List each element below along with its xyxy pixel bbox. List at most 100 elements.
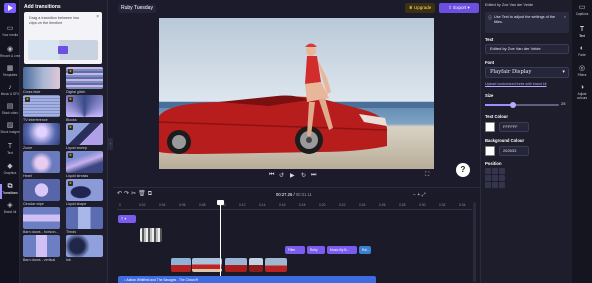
tool-fade[interactable]: ◐ Fade — [572, 44, 592, 57]
upgrade-button[interactable]: ♛ Upgrade — [405, 3, 435, 13]
text-colour-swatch[interactable] — [485, 122, 495, 132]
bg-colour-swatch[interactable] — [485, 146, 495, 156]
fit-icon[interactable]: ⤢ — [422, 192, 426, 198]
size-slider-handle[interactable] — [510, 102, 517, 108]
transition-tile-liquid-streaks[interactable]: ♛ Liquid streaks — [66, 151, 103, 178]
sidebar-item-graphics[interactable]: ◆ Graphics — [0, 162, 20, 182]
bg-colour-hex-input[interactable]: 262633 — [499, 146, 529, 156]
position-cell[interactable] — [492, 168, 498, 174]
skip-back-icon[interactable]: ⏮ — [269, 172, 274, 179]
delete-icon[interactable]: 🗑 — [138, 191, 148, 197]
size-value: 25 — [561, 101, 566, 106]
sidebar-item-record-create[interactable]: ◉ Record & create — [0, 45, 20, 65]
timeline-ruler[interactable]: 0 0:02 0:04 0:06 0:08 0:10 0:12 0:14 0:1… — [117, 202, 472, 210]
timeline-title-clip-selected[interactable]: Edi... — [359, 246, 371, 254]
tool-text[interactable]: T Text — [572, 25, 592, 38]
project-name-input[interactable]: Ruby Tuesday — [118, 4, 156, 13]
timeline-video-clip[interactable] — [265, 258, 287, 272]
sidebar-item-your-media[interactable]: ▭ Your media — [0, 24, 20, 44]
transition-tile-blocks[interactable]: ♛ Blocks — [66, 95, 103, 122]
sidebar-item-transitions[interactable]: ⧉ Transitions — [0, 182, 20, 202]
tool-filters[interactable]: ◎ Filters — [572, 64, 592, 77]
zoom-controls[interactable]: − + ⤢ — [413, 192, 426, 198]
transition-thumbnail — [23, 179, 60, 201]
video-preview[interactable] — [159, 18, 434, 169]
position-cell[interactable] — [485, 175, 491, 181]
timeline-title-clip[interactable]: Filter — [285, 246, 305, 254]
premium-crown-icon: ♛ — [25, 97, 30, 102]
size-slider[interactable] — [485, 102, 559, 108]
rewind-icon[interactable]: ↺ — [279, 172, 284, 179]
undo-icon[interactable]: ↶ — [117, 191, 124, 197]
transition-tile-barn-doors-horizontal[interactable]: Barn doors - horizon... — [23, 207, 60, 234]
collapse-panel-button[interactable]: ‹ — [108, 138, 113, 150]
export-button[interactable]: ⇪ Export ▾ — [439, 3, 479, 13]
duplicate-icon[interactable]: ⧉ — [148, 191, 154, 197]
transition-tile-digital-glitch[interactable]: ♛ Digital glitch — [66, 67, 103, 94]
transition-tile-zoom[interactable]: Zoom — [23, 123, 60, 150]
music-icon: ♪ — [8, 84, 12, 91]
skip-forward-icon[interactable]: ⏭ — [311, 172, 316, 179]
transition-thumbnail: ♛ — [66, 151, 103, 173]
tool-captions[interactable]: ▭ Captions — [572, 3, 592, 16]
zoom-out-icon[interactable]: − — [413, 192, 416, 198]
upload-fonts-link[interactable]: Upload customized fonts with brand kit — [485, 82, 547, 86]
tool-adjust-colours[interactable]: ◑ Adjust colours — [572, 83, 592, 100]
fullscreen-icon[interactable]: ⛶ — [425, 172, 429, 179]
close-icon[interactable]: × — [96, 14, 99, 20]
zoom-in-icon[interactable]: + — [417, 192, 420, 198]
play-icon[interactable]: ▶ — [290, 172, 295, 179]
sidebar-item-stock-images[interactable]: ▨ Stock images — [0, 121, 20, 141]
position-cell[interactable] — [499, 182, 505, 188]
transition-tile-tv-interference[interactable]: ♛ TV interference — [23, 95, 60, 122]
playhead[interactable] — [217, 200, 224, 283]
timeline-text-clip[interactable]: T ✦ — [118, 215, 136, 223]
premium-crown-icon: ♛ — [68, 69, 73, 74]
timeline-title-clip[interactable]: Ruby — [307, 246, 325, 254]
transition-tile-ink[interactable]: Ink — [66, 235, 103, 262]
sidebar-item-brand-kit[interactable]: ◈ Brand kit — [0, 201, 20, 221]
transition-tile-liquid-sweep[interactable]: ♛ Liquid sweep — [66, 123, 103, 150]
transition-tile-liquid-shape[interactable]: ♛ Liquid shape — [66, 179, 103, 206]
shapes-icon: ◆ — [7, 163, 13, 170]
position-cell[interactable] — [499, 168, 505, 174]
sidebar-item-templates[interactable]: ▦ Templates — [0, 64, 20, 84]
timeline-audio-clip[interactable]: ♪ Adrian Whitfield and The Savages - The… — [118, 276, 376, 283]
redo-icon[interactable]: ↷ — [124, 191, 131, 197]
help-button[interactable]: ? — [456, 163, 470, 177]
timeline-video-clip[interactable] — [249, 258, 263, 272]
position-grid[interactable] — [485, 168, 505, 188]
clipchamp-logo-icon[interactable] — [4, 3, 16, 13]
position-cell[interactable] — [492, 175, 498, 181]
timeline-video-clip[interactable] — [140, 228, 162, 242]
timeline-video-clip[interactable] — [171, 258, 191, 272]
timeline-scrollbar[interactable] — [473, 202, 476, 282]
position-cell[interactable] — [485, 182, 491, 188]
brand-kit-icon: ◈ — [7, 202, 13, 209]
transition-thumbnail: ♛ — [66, 123, 103, 145]
font-select[interactable]: Playfair Display ▾ — [485, 67, 569, 78]
transition-tile-cross-fade[interactable]: Cross fade — [23, 67, 60, 94]
ruler-tick: 0:14 — [259, 203, 266, 207]
timeline-title-clip[interactable]: Music By B... — [327, 246, 357, 254]
timeline-toolbar: ↶↷✂🗑⧉ — [117, 190, 154, 198]
premium-crown-icon: ♛ — [68, 97, 73, 102]
close-icon[interactable]: × — [564, 14, 566, 19]
transition-tile-circular-wipe[interactable]: Circular wipe — [23, 179, 60, 206]
text-field[interactable]: Edited by Zoe Van der Velde — [485, 44, 569, 54]
text-colour-hex-input[interactable]: FFFFFF — [499, 122, 529, 132]
sidebar-item-text[interactable]: T Text — [0, 142, 20, 162]
timeline-video-clip[interactable] — [192, 258, 222, 272]
sidebar-item-stock-video[interactable]: ▤ Stock video — [0, 102, 20, 122]
transition-tile-barn-doors-vertical[interactable]: Barn doors - vertical — [23, 235, 60, 262]
transition-tile-heart[interactable]: Heart — [23, 151, 60, 178]
sidebar-item-music[interactable]: ♪ Music & SFX — [0, 83, 20, 103]
transition-thumbnail — [23, 235, 60, 257]
transition-tile-thirds[interactable]: Thirds — [66, 207, 103, 234]
position-cell[interactable] — [492, 182, 498, 188]
position-cell[interactable] — [499, 175, 505, 181]
forward-icon[interactable]: ↻ — [301, 172, 306, 179]
timeline-video-clip[interactable] — [225, 258, 247, 272]
transitions-icon: ⧉ — [7, 183, 13, 190]
position-cell[interactable] — [485, 168, 491, 174]
